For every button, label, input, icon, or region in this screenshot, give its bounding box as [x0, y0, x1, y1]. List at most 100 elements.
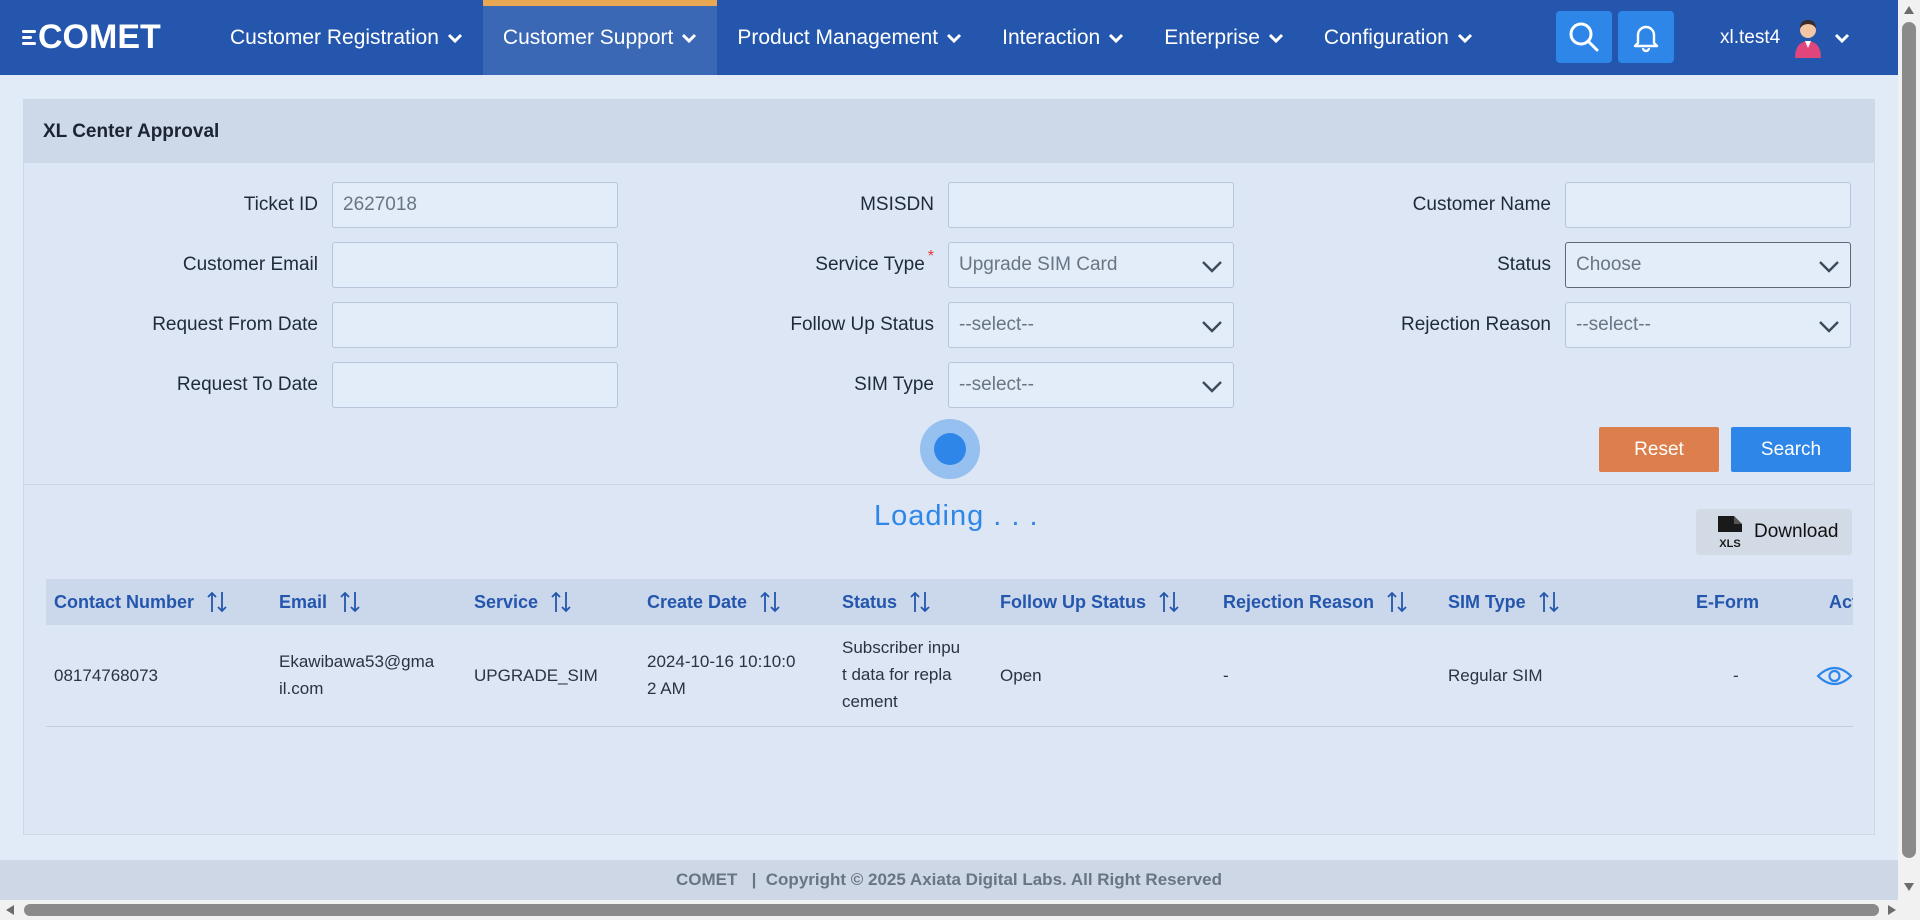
- request-from-date-label: Request From Date: [152, 314, 318, 335]
- scroll-thumb[interactable]: [24, 904, 1879, 916]
- col-contact-number[interactable]: Contact Number: [54, 579, 228, 625]
- sort-icon: [910, 591, 930, 613]
- col-sim-type[interactable]: SIM Type: [1448, 579, 1560, 625]
- service-type-select[interactable]: Upgrade SIM Card: [948, 242, 1234, 288]
- cell-status: Subscriber inpu t data for repla cement: [842, 634, 960, 715]
- chevron-down-icon: [1202, 381, 1222, 393]
- col-status[interactable]: Status: [842, 579, 931, 625]
- scroll-down-arrow-icon[interactable]: [1903, 881, 1915, 893]
- status-label: Status: [1497, 254, 1551, 275]
- chevron-down-icon: [1835, 33, 1850, 43]
- avatar: [1795, 19, 1822, 58]
- nav-configuration[interactable]: Configuration: [1304, 0, 1493, 75]
- col-rejection-reason[interactable]: Rejection Reason: [1223, 579, 1408, 625]
- copyright-text: COMET | Copyright © 2025 Axiata Digital …: [676, 870, 1222, 889]
- download-button[interactable]: XLS Download: [1696, 509, 1852, 555]
- search-button[interactable]: [1556, 11, 1612, 63]
- customer-email-label: Customer Email: [182, 254, 318, 275]
- nav-label: Customer Registration: [230, 25, 439, 49]
- status-select[interactable]: Choose: [1565, 242, 1851, 288]
- ticket-id-input[interactable]: 2627018: [332, 182, 618, 228]
- cell-contact-number: 08174768073: [54, 666, 159, 685]
- column-label: Email: [279, 591, 328, 612]
- page-horizontal-scrollbar[interactable]: [0, 900, 1920, 920]
- cell-email-line: Ekawibawa53@gma: [279, 652, 435, 671]
- nav-interaction[interactable]: Interaction: [982, 0, 1144, 75]
- cell-create-date-line: 2 AM: [647, 679, 686, 698]
- xls-badge: XLS: [1719, 538, 1740, 550]
- chevron-down-icon: [447, 33, 462, 43]
- ticket-id-label: Ticket ID: [243, 194, 318, 215]
- rejection-reason-select[interactable]: --select--: [1565, 302, 1851, 348]
- column-label: Create Date: [647, 591, 748, 612]
- customer-name-input[interactable]: [1565, 182, 1851, 228]
- request-from-date-input[interactable]: [332, 302, 618, 348]
- table-header: Contact Number Email Service Create Date…: [46, 579, 1853, 625]
- logo-text: COMET: [38, 18, 161, 56]
- chevron-down-icon: [1202, 261, 1222, 273]
- sort-icon: [551, 591, 571, 613]
- cell-status-line: cement: [842, 692, 898, 711]
- view-eye-icon[interactable]: [1816, 664, 1853, 688]
- cell-create-date-line: 2024-10-16 10:10:0: [647, 652, 796, 671]
- customer-name-label: Customer Name: [1412, 194, 1551, 215]
- nav-customer-registration[interactable]: Customer Registration: [210, 0, 483, 75]
- sort-icon: [207, 591, 227, 613]
- reset-button[interactable]: Reset: [1599, 427, 1719, 472]
- follow-up-status-value: --select--: [959, 314, 1034, 335]
- column-label: Actio: [1829, 591, 1853, 612]
- col-eform: E-Form: [1696, 579, 1759, 625]
- cell-create-date: 2024-10-16 10:10:0 2 AM: [647, 648, 795, 702]
- col-service[interactable]: Service: [474, 579, 572, 625]
- user-menu[interactable]: xl.test4: [1720, 0, 1850, 75]
- nav-product-management[interactable]: Product Management: [717, 0, 982, 75]
- loading-spinner-icon: [920, 419, 980, 479]
- nav-enterprise[interactable]: Enterprise: [1144, 0, 1304, 75]
- scroll-thumb[interactable]: [1902, 22, 1916, 858]
- chevron-down-icon: [1457, 33, 1472, 43]
- top-navbar: COMET Customer Registration Customer Sup…: [0, 0, 1898, 75]
- search-icon: [1569, 22, 1599, 52]
- page-vertical-scrollbar[interactable]: [1898, 0, 1920, 900]
- nav-label: Product Management: [737, 25, 939, 49]
- scroll-right-arrow-icon[interactable]: [1886, 904, 1898, 916]
- column-label: Status: [842, 591, 898, 612]
- nav-label: Interaction: [1002, 25, 1101, 49]
- scroll-up-arrow-icon[interactable]: [1903, 4, 1915, 16]
- column-label: Follow Up Status: [1000, 591, 1146, 612]
- chevron-down-icon: [1268, 33, 1283, 43]
- cell-service: UPGRADE_SIM: [474, 666, 598, 685]
- nav-label: Customer Support: [502, 25, 674, 49]
- column-label: E-Form: [1696, 591, 1759, 612]
- sim-type-select[interactable]: --select--: [948, 362, 1234, 408]
- xls-file-icon: XLS: [1718, 516, 1742, 550]
- cell-status-line: Subscriber inpu: [842, 638, 961, 657]
- comet-logo[interactable]: COMET: [0, 0, 210, 75]
- nav-customer-support[interactable]: Customer Support: [482, 0, 718, 75]
- col-email[interactable]: Email: [279, 579, 361, 625]
- col-create-date[interactable]: Create Date: [647, 579, 781, 625]
- scroll-left-arrow-icon[interactable]: [4, 904, 16, 916]
- cell-email-line: il.com: [279, 679, 324, 698]
- panel-title: XL Center Approval: [24, 100, 1874, 163]
- search-submit-button[interactable]: Search: [1731, 427, 1851, 472]
- customer-email-input[interactable]: [332, 242, 618, 288]
- sort-icon: [1387, 591, 1407, 613]
- col-action: Actio: [1829, 579, 1853, 625]
- nav-label: Configuration: [1323, 25, 1449, 49]
- follow-up-status-label: Follow Up Status: [790, 314, 934, 335]
- request-to-date-input[interactable]: [332, 362, 618, 408]
- section-divider: [24, 484, 1874, 485]
- msisdn-label: MSISDN: [860, 194, 934, 215]
- notifications-button[interactable]: [1618, 11, 1674, 63]
- cell-eform: -: [1733, 666, 1739, 685]
- sim-type-label: SIM Type: [854, 374, 934, 395]
- results-table: Contact Number Email Service Create Date…: [46, 579, 1853, 727]
- service-type-label: Service Type *: [724, 248, 934, 276]
- page-footer: COMET | Copyright © 2025 Axiata Digital …: [0, 860, 1898, 900]
- col-follow-up-status[interactable]: Follow Up Status: [1000, 579, 1180, 625]
- follow-up-status-select[interactable]: --select--: [948, 302, 1234, 348]
- sort-icon: [340, 591, 360, 613]
- msisdn-input[interactable]: [948, 182, 1234, 228]
- chevron-down-icon: [947, 33, 962, 43]
